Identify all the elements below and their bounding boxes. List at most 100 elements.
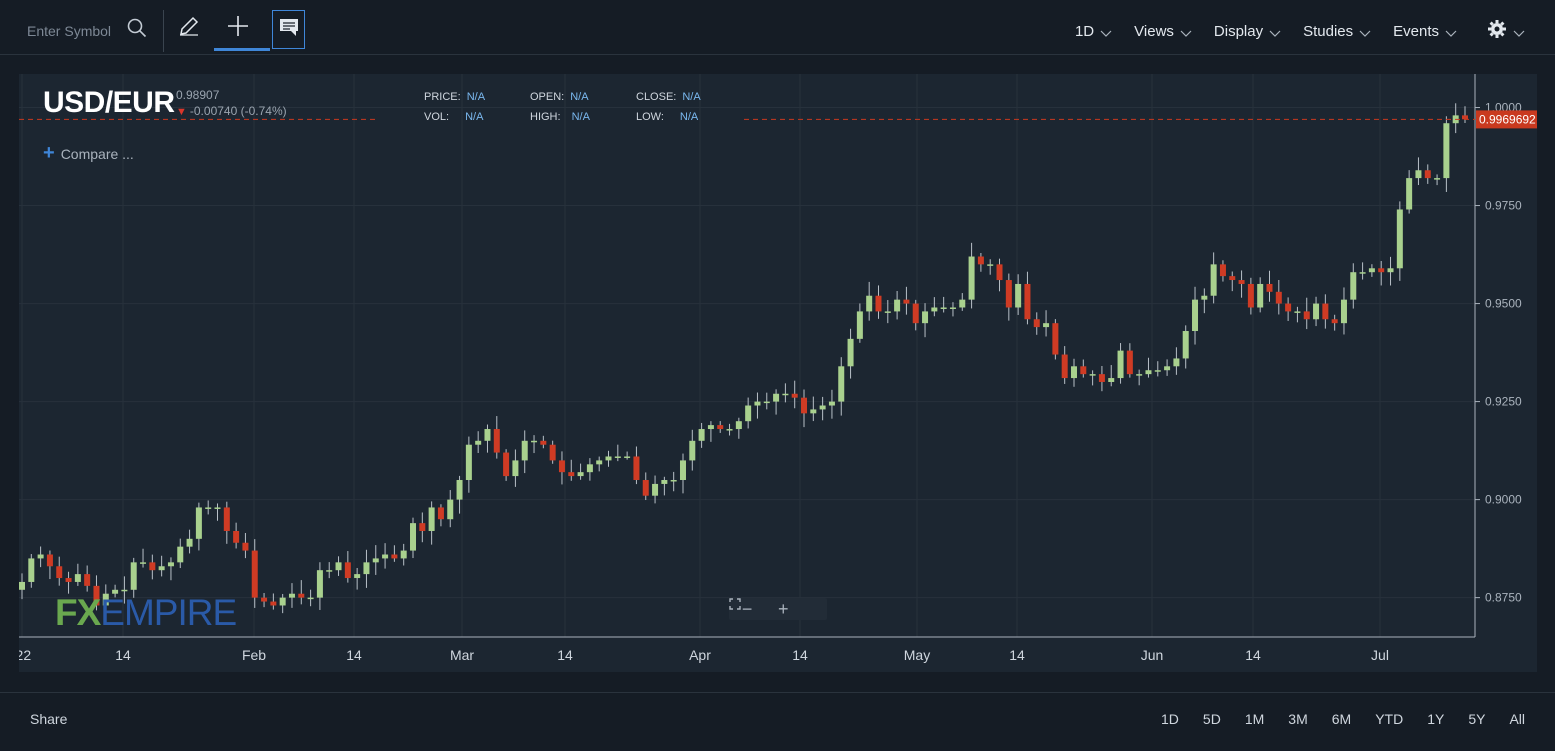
candle-body-down — [1247, 283, 1254, 308]
compare-button[interactable]: + Compare ... — [43, 142, 134, 165]
candle-body-up — [1117, 350, 1124, 379]
range-3m[interactable]: 3M — [1288, 711, 1307, 727]
range-1m[interactable]: 1M — [1245, 711, 1264, 727]
candle-body-up — [475, 440, 482, 445]
candle-body-up — [186, 538, 193, 547]
candle-body-down — [84, 574, 91, 586]
views-menu[interactable]: Views — [1134, 20, 1192, 42]
range-selector: 1D 5D 1M 3M 6M YTD 1Y 5Y All — [1137, 711, 1525, 727]
events-menu-label: Events — [1393, 22, 1439, 40]
candle-body-down — [903, 299, 910, 304]
candle-body-up — [1350, 272, 1357, 300]
candle-body-up — [1359, 272, 1366, 274]
candle-body-up — [400, 550, 407, 559]
display-menu[interactable]: Display — [1214, 20, 1281, 42]
low-label: LOW: — [636, 111, 664, 123]
chart-panel[interactable]: 1.00000.97500.95000.92500.90000.8750'221… — [19, 74, 1537, 672]
interval-menu[interactable]: 1D — [1075, 20, 1112, 42]
candle-body-up — [614, 456, 621, 458]
candle-body-down — [1285, 303, 1292, 312]
candle-body-up — [1089, 374, 1096, 376]
candle-body-down — [149, 562, 156, 571]
x-tick-label: 14 — [557, 647, 573, 663]
candle-body-up — [1164, 366, 1171, 371]
candle-body-up — [782, 393, 789, 396]
candle-body-up — [1415, 170, 1422, 179]
settings-menu[interactable] — [1487, 19, 1525, 43]
price-chart[interactable]: 1.00000.97500.95000.92500.90000.8750'221… — [19, 74, 1537, 672]
chevron-down-icon — [1513, 25, 1525, 42]
close-label: CLOSE: — [636, 91, 677, 103]
candle-body-down — [270, 601, 277, 606]
gear-icon — [1487, 19, 1507, 43]
last-price: 0.98907 — [176, 88, 220, 102]
candle-body-down — [912, 303, 919, 324]
compare-label: Compare ... — [60, 145, 134, 162]
candle-body-up — [205, 507, 212, 509]
candle-body-down — [1098, 374, 1105, 382]
candle-body-up — [279, 597, 286, 606]
candle-body-down — [1033, 319, 1040, 328]
candle-body-up — [1210, 264, 1217, 296]
search-icon[interactable] — [127, 18, 147, 43]
candle-body-down — [65, 578, 72, 582]
candle-body-down — [1424, 170, 1431, 179]
range-1y[interactable]: 1Y — [1427, 711, 1444, 727]
events-menu[interactable]: Events — [1393, 20, 1457, 42]
crosshair-tool-button[interactable] — [214, 10, 270, 51]
candle-body-up — [931, 307, 938, 312]
candle-body-up — [1368, 268, 1375, 273]
symbol-search-input[interactable] — [25, 21, 121, 40]
draw-tool-button[interactable] — [171, 10, 207, 46]
candle-body-up — [763, 401, 770, 404]
range-1d[interactable]: 1D — [1161, 711, 1179, 727]
candle-body-up — [866, 295, 873, 312]
interval-menu-label: 1D — [1074, 22, 1095, 40]
candle-body-up — [1396, 209, 1403, 269]
candle-body-down — [251, 550, 258, 598]
candle-body-up — [1145, 370, 1152, 375]
candle-body-up — [1108, 378, 1115, 382]
price-change: ▼ -0.00740 (-0.74%) — [176, 104, 287, 118]
x-tick-label: Feb — [242, 647, 266, 663]
candle-body-up — [726, 429, 733, 431]
candle-body-up — [1387, 268, 1394, 273]
zoom-out-button[interactable]: − — [742, 599, 753, 620]
logo-part-fx: FX — [55, 592, 101, 633]
candle-body-up — [1313, 303, 1320, 320]
candle-body-up — [1015, 283, 1022, 308]
candle-body-up — [773, 393, 780, 402]
range-5d[interactable]: 5D — [1203, 711, 1221, 727]
candle-body-down — [1219, 264, 1226, 277]
candle-body-up — [819, 405, 826, 410]
zoom-in-button[interactable]: + — [778, 599, 789, 620]
share-button[interactable]: Share — [30, 711, 67, 727]
candle-body-down — [1303, 311, 1310, 320]
candle-body-down — [391, 554, 398, 559]
candle-body-up — [335, 562, 342, 571]
y-tick-label: 0.8750 — [1485, 591, 1522, 605]
ohlc-open-high: OPEN: N/A HIGH: N/A — [530, 91, 590, 123]
chevron-down-icon — [1180, 25, 1192, 42]
candle-body-up — [586, 464, 593, 473]
info-tool-button[interactable] — [272, 10, 305, 49]
candle-body-up — [1154, 370, 1161, 372]
range-5y[interactable]: 5Y — [1468, 711, 1485, 727]
candle-body-up — [1340, 299, 1347, 324]
candle-body-down — [558, 460, 565, 473]
candle-body-up — [214, 507, 221, 509]
open-label: OPEN: — [530, 91, 565, 103]
candle-body-down — [46, 554, 53, 567]
range-ytd[interactable]: YTD — [1375, 711, 1403, 727]
candle-body-up — [1192, 299, 1199, 332]
range-6m[interactable]: 6M — [1332, 711, 1351, 727]
candle-body-down — [1052, 323, 1059, 355]
candle-body-up — [959, 299, 966, 308]
candle-body-up — [307, 597, 314, 600]
candle-body-up — [1043, 323, 1050, 328]
candle-body-up — [288, 593, 295, 598]
studies-menu[interactable]: Studies — [1303, 20, 1371, 42]
candle-body-down — [437, 507, 444, 520]
range-all[interactable]: All — [1509, 711, 1525, 727]
candle-body-up — [316, 570, 323, 598]
